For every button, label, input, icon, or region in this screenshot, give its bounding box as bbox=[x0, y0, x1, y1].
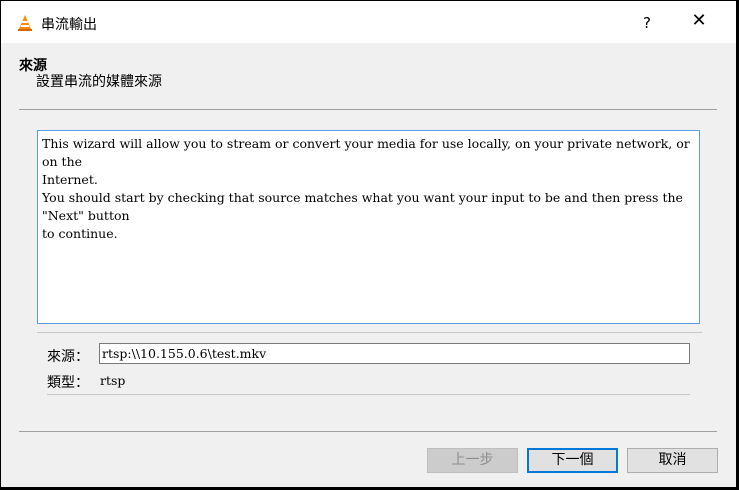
cancel-button[interactable]: 取消 bbox=[627, 448, 718, 473]
window-title: 串流輸出 bbox=[41, 17, 97, 33]
footer-divider bbox=[19, 431, 717, 432]
back-button[interactable]: 上一步 bbox=[427, 448, 518, 473]
stream-output-dialog: 串流輸出 ? ✕ 來源 設置串流的媒體來源 This wizard will a… bbox=[1, 1, 736, 487]
type-value: rtsp bbox=[100, 373, 126, 388]
page-subtitle: 設置串流的媒體來源 bbox=[36, 74, 162, 90]
vlc-cone-icon bbox=[18, 15, 32, 31]
wizard-header: 來源 設置串流的媒體來源 bbox=[1, 43, 736, 109]
fields-divider bbox=[47, 394, 690, 395]
description-divider bbox=[37, 332, 702, 333]
close-button[interactable]: ✕ bbox=[687, 10, 711, 31]
next-button[interactable]: 下一個 bbox=[527, 448, 618, 473]
title-bar: 串流輸出 ? ✕ bbox=[1, 1, 736, 43]
wizard-description[interactable]: This wizard will allow you to stream or … bbox=[37, 130, 700, 324]
type-label: 類型： bbox=[47, 375, 89, 391]
source-label: 來源： bbox=[47, 349, 89, 365]
header-divider bbox=[19, 109, 717, 110]
help-button[interactable]: ? bbox=[637, 14, 657, 32]
source-input[interactable] bbox=[99, 343, 690, 364]
